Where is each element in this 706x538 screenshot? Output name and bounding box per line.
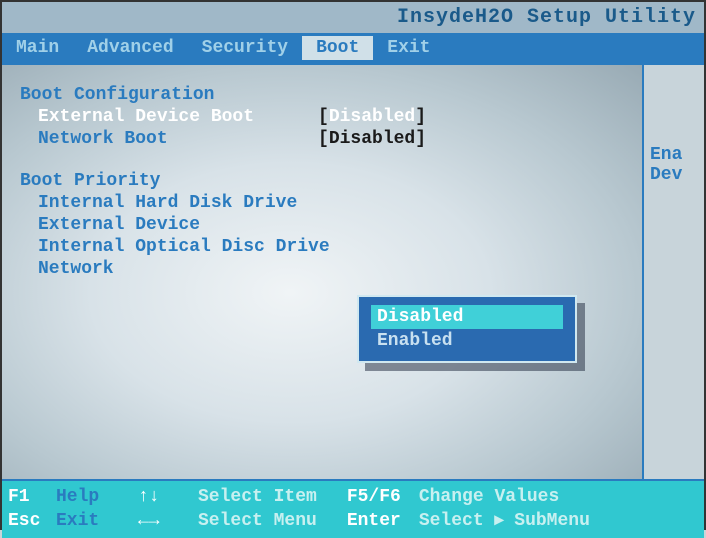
menu-exit[interactable]: Exit <box>373 36 444 60</box>
help-pane: Ena Dev <box>644 65 704 479</box>
help-text-line1: Ena <box>650 145 698 165</box>
footer-desc-right: Change Values Select ▸ SubMenu <box>419 485 590 534</box>
priority-item-network[interactable]: Network <box>20 259 624 279</box>
menu-main[interactable]: Main <box>2 36 73 60</box>
priority-item-hdd[interactable]: Internal Hard Disk Drive <box>20 193 624 213</box>
title-bar: InsydeH2O Setup Utility <box>2 2 704 33</box>
main-pane: Boot Configuration External Device Boot … <box>2 65 644 479</box>
value-popup: Disabled Enabled <box>357 295 577 363</box>
menu-security[interactable]: Security <box>188 36 302 60</box>
setting-value: [Disabled] <box>318 129 426 149</box>
help-text-line2: Dev <box>650 165 698 185</box>
menu-bar: Main Advanced Security Boot Exit <box>2 33 704 63</box>
footer-desc-mid: Select Item Select Menu <box>198 485 317 534</box>
footer-keys-mid: ↑↓ ←→ <box>138 485 198 534</box>
menu-advanced[interactable]: Advanced <box>73 36 187 60</box>
setting-label: Network Boot <box>38 129 318 149</box>
footer-keys-right: F5/F6 Enter <box>347 485 419 534</box>
priority-item-optical[interactable]: Internal Optical Disc Drive <box>20 237 624 257</box>
popup-option-disabled[interactable]: Disabled <box>371 305 563 329</box>
priority-item-external[interactable]: External Device <box>20 215 624 235</box>
menu-boot[interactable]: Boot <box>302 36 373 60</box>
setting-external-device-boot[interactable]: External Device Boot [Disabled] <box>20 107 624 127</box>
setting-value: [Disabled] <box>318 107 426 127</box>
setting-label: External Device Boot <box>38 107 318 127</box>
setting-network-boot[interactable]: Network Boot [Disabled] <box>20 129 624 149</box>
popup-option-enabled[interactable]: Enabled <box>371 329 563 353</box>
footer-bar: F1 Esc Help Exit ↑↓ ←→ Select Item Selec… <box>2 481 704 538</box>
boot-priority-heading: Boot Priority <box>20 171 624 191</box>
footer-keys-left: F1 Esc <box>8 485 56 534</box>
content-area: Boot Configuration External Device Boot … <box>2 63 704 481</box>
footer-labels-left: Help Exit <box>56 485 138 534</box>
utility-title: InsydeH2O Setup Utility <box>397 6 696 29</box>
boot-config-heading: Boot Configuration <box>20 85 624 105</box>
